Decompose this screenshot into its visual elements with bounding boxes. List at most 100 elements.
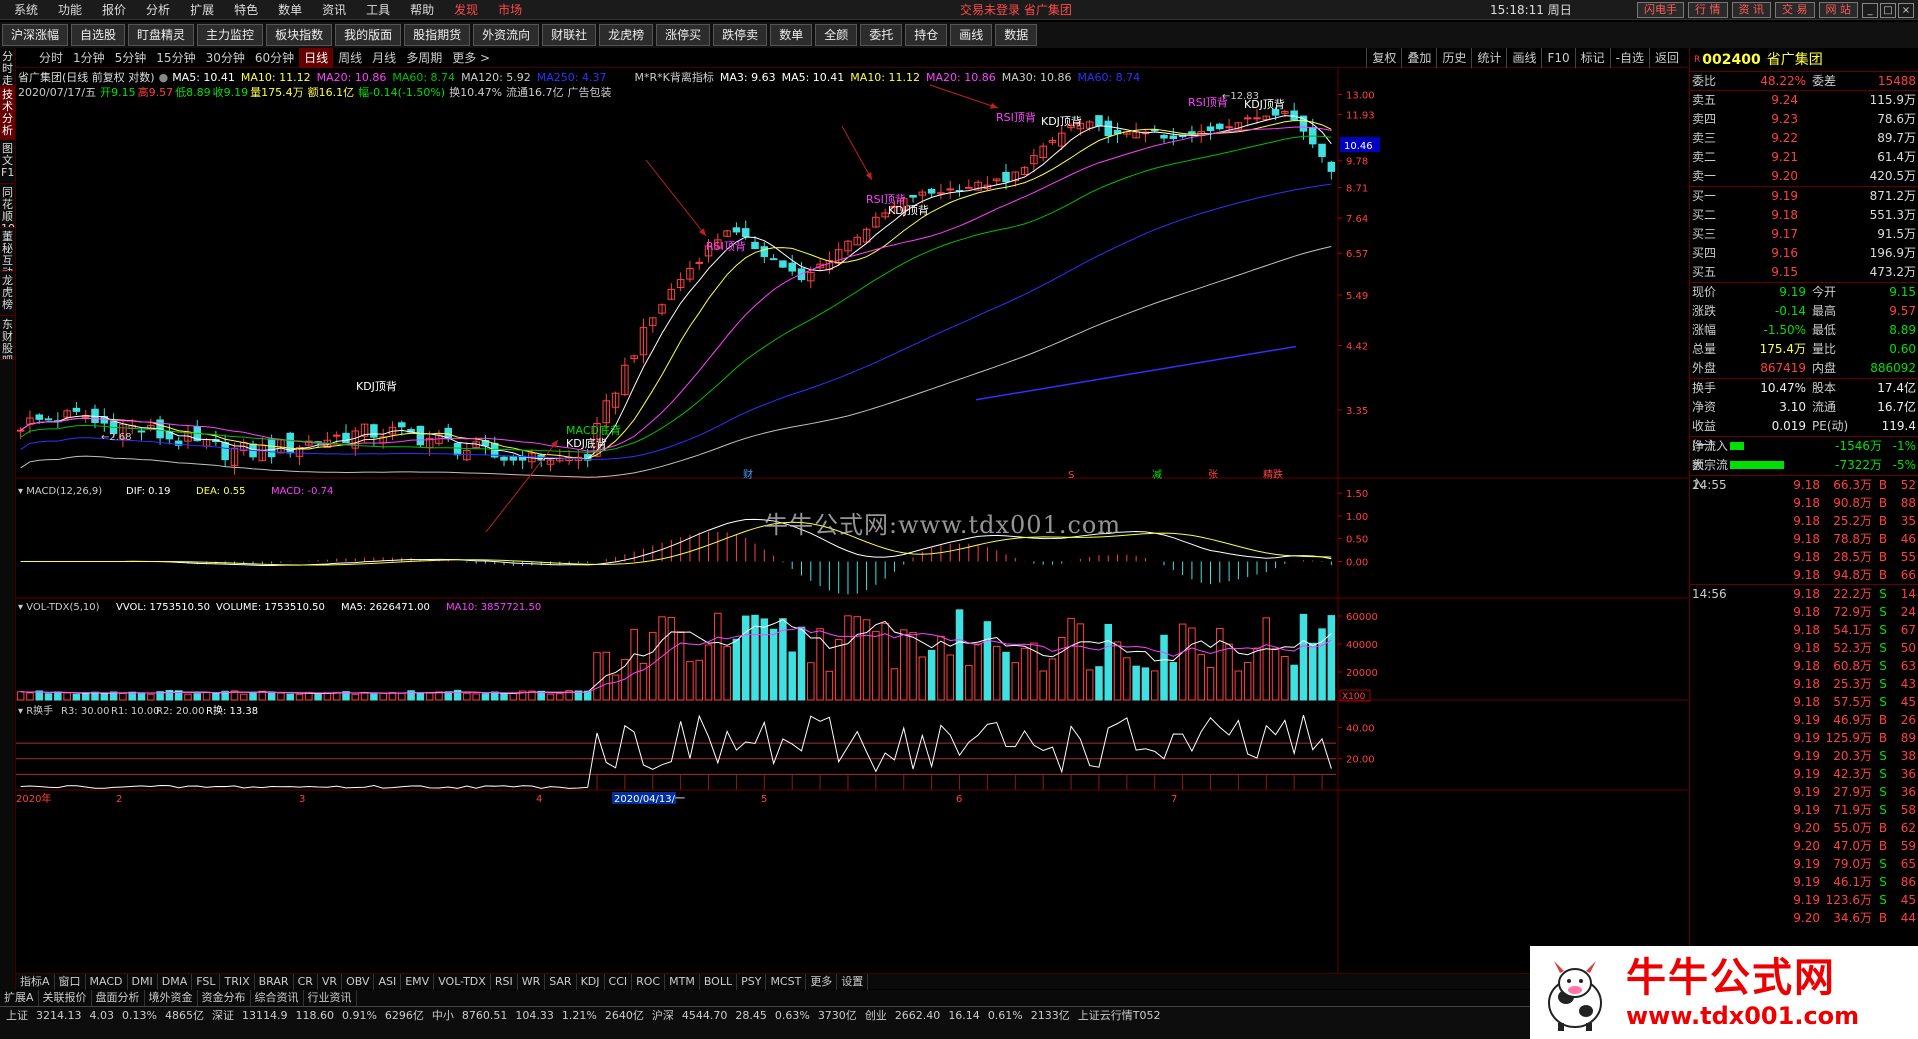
tick-list[interactable]: 14:55 9.18 66.3万 B 52 9.18 90.8万 B 88 9.18 25.2万 B 3… [1690, 476, 1918, 927]
chart-tool-button[interactable]: F10 [1541, 48, 1574, 68]
index-label[interactable]: 创业 [861, 1007, 891, 1025]
bid-row[interactable]: 买三 9.17 91.5万 [1690, 225, 1918, 244]
toolbar-button[interactable]: 股指期货 [404, 24, 471, 46]
indicator-tab[interactable]: ASI [374, 973, 402, 990]
extension-tab[interactable]: 境外资金 [145, 990, 198, 1006]
candle-body[interactable] [769, 258, 778, 261]
side-tab[interactable]: 图文F10 [0, 140, 15, 184]
indicator-tab[interactable]: MCST [766, 973, 807, 990]
candle-body[interactable] [1243, 117, 1252, 120]
menu-quick-button[interactable]: 交 易 [1775, 2, 1815, 18]
side-tab[interactable]: 东财股吧 [0, 316, 15, 360]
toolbar-button[interactable]: 持仓 [905, 24, 948, 46]
candle-body[interactable] [779, 260, 787, 268]
ask-row[interactable]: 卖一 9.20 420.5万 [1690, 167, 1918, 186]
index-label[interactable]: 沪深 [648, 1007, 678, 1025]
menu-item-highlight[interactable]: 发现 [444, 0, 488, 20]
indicator-tab[interactable]: KDJ [577, 973, 605, 990]
toolbar-button[interactable]: 涨停买 [656, 24, 711, 46]
menu-item[interactable]: 特色 [224, 0, 268, 20]
indicator-tab[interactable]: DMA [158, 973, 193, 990]
period-tab[interactable]: 分时 [34, 48, 68, 68]
indicator-tab[interactable]: BOLL [700, 973, 738, 990]
bid-row[interactable]: 买一 9.19 871.2万 [1690, 187, 1918, 206]
toolbar-button[interactable]: 财联社 [542, 24, 597, 46]
menu-item[interactable]: 报价 [92, 0, 136, 20]
candle-body[interactable] [1318, 143, 1326, 157]
indicator-tab[interactable]: TRIX [220, 973, 255, 990]
candle-body[interactable] [35, 414, 43, 420]
index-label[interactable]: 上证 [2, 1007, 32, 1025]
toolbar-button[interactable]: 我的版面 [335, 24, 402, 46]
extension-tab[interactable]: 关联报价 [39, 990, 92, 1006]
period-tab[interactable]: 更多 > [447, 48, 495, 68]
side-tab[interactable]: 技术分析 [0, 86, 15, 140]
maximize-icon[interactable]: □ [1880, 3, 1896, 18]
candle-body[interactable] [332, 434, 341, 437]
indicator-tab[interactable]: MACD [86, 973, 128, 990]
toolbar-button[interactable]: 外资流向 [473, 24, 540, 46]
indicator-tab[interactable]: VR [318, 973, 343, 990]
index-label[interactable]: 中小 [428, 1007, 458, 1025]
toolbar-button[interactable]: 主力监控 [197, 24, 264, 46]
menu-quick-button[interactable]: 闪电手 [1637, 2, 1684, 18]
candle-body[interactable] [1225, 126, 1233, 129]
candle-body[interactable] [741, 228, 750, 238]
indicator-tab[interactable]: MTM [665, 973, 700, 990]
period-tab[interactable]: 日线 [299, 48, 334, 68]
candle-body[interactable] [72, 407, 81, 412]
candle-body[interactable] [1160, 134, 1168, 139]
period-tab[interactable]: 周线 [333, 48, 367, 68]
indicator-tab[interactable]: DMI [128, 973, 158, 990]
close-icon[interactable]: × [1898, 3, 1914, 18]
candle-body[interactable] [398, 422, 406, 428]
indicator-tab[interactable]: VOL-TDX [434, 973, 491, 990]
bid-row[interactable]: 买二 9.18 551.3万 [1690, 206, 1918, 225]
candle-body[interactable] [500, 456, 508, 461]
indicator-tab[interactable]: CCI [605, 973, 633, 990]
menu-item[interactable]: 帮助 [400, 0, 444, 20]
toolbar-button[interactable]: 盯盘精灵 [128, 24, 195, 46]
extension-tab[interactable]: 盘面分析 [92, 990, 145, 1006]
ask-row[interactable]: 卖四 9.23 78.6万 [1690, 110, 1918, 129]
period-tab[interactable]: 月线 [367, 48, 401, 68]
menu-item[interactable]: 资讯 [312, 0, 356, 20]
menu-item[interactable]: 功能 [48, 0, 92, 20]
ask-row[interactable]: 卖二 9.21 61.4万 [1690, 148, 1918, 167]
candle-body[interactable] [44, 418, 53, 421]
bid-row[interactable]: 买五 9.15 473.2万 [1690, 263, 1918, 282]
toolbar-button[interactable]: 画线 [950, 24, 993, 46]
toolbar-button[interactable]: 沪深涨幅 [2, 24, 69, 46]
candle-body[interactable] [788, 262, 796, 272]
toolbar-button[interactable]: 自选股 [71, 24, 126, 46]
menu-item-highlight[interactable]: 市场 [488, 0, 532, 20]
side-tab[interactable]: 分时走势 [0, 48, 15, 86]
period-tab[interactable]: 1分钟 [68, 48, 110, 68]
candle-body[interactable] [137, 430, 146, 433]
chart-tool-button[interactable]: 复权 [1366, 48, 1401, 68]
dot-icon[interactable]: ● [159, 71, 169, 84]
candle-body[interactable] [509, 456, 518, 461]
ask-row[interactable]: 卖五 9.24 115.9万 [1690, 91, 1918, 110]
period-tab[interactable]: 5分钟 [110, 48, 152, 68]
indicator-tab[interactable]: SAR [545, 973, 577, 990]
candle-body[interactable] [1290, 110, 1298, 121]
toolbar-button[interactable]: 委托 [860, 24, 903, 46]
candle-body[interactable] [695, 261, 703, 264]
indicator-tab[interactable]: FSL [192, 973, 221, 990]
candle-body[interactable] [760, 246, 769, 258]
menu-item[interactable]: 分析 [136, 0, 180, 20]
minimize-icon[interactable]: _ [1862, 3, 1878, 18]
candle-body[interactable] [221, 442, 229, 461]
indicator-tab[interactable]: WR [518, 973, 546, 990]
period-tab[interactable]: 15分钟 [151, 48, 200, 68]
extension-tab[interactable]: 资金分布 [198, 990, 251, 1006]
news-ticker[interactable]: 上证云行情T052 [1074, 1007, 1165, 1025]
candle-body[interactable] [1206, 126, 1215, 132]
indicator-tab[interactable]: BRAR [255, 973, 294, 990]
candle-body[interactable] [1095, 115, 1103, 127]
side-tab[interactable]: 董秘互动 [0, 228, 15, 272]
indicator-tab[interactable]: 指标A [16, 973, 55, 990]
toolbar-button[interactable]: 板块指数 [266, 24, 333, 46]
indicator-tab[interactable]: ROC [632, 973, 666, 990]
